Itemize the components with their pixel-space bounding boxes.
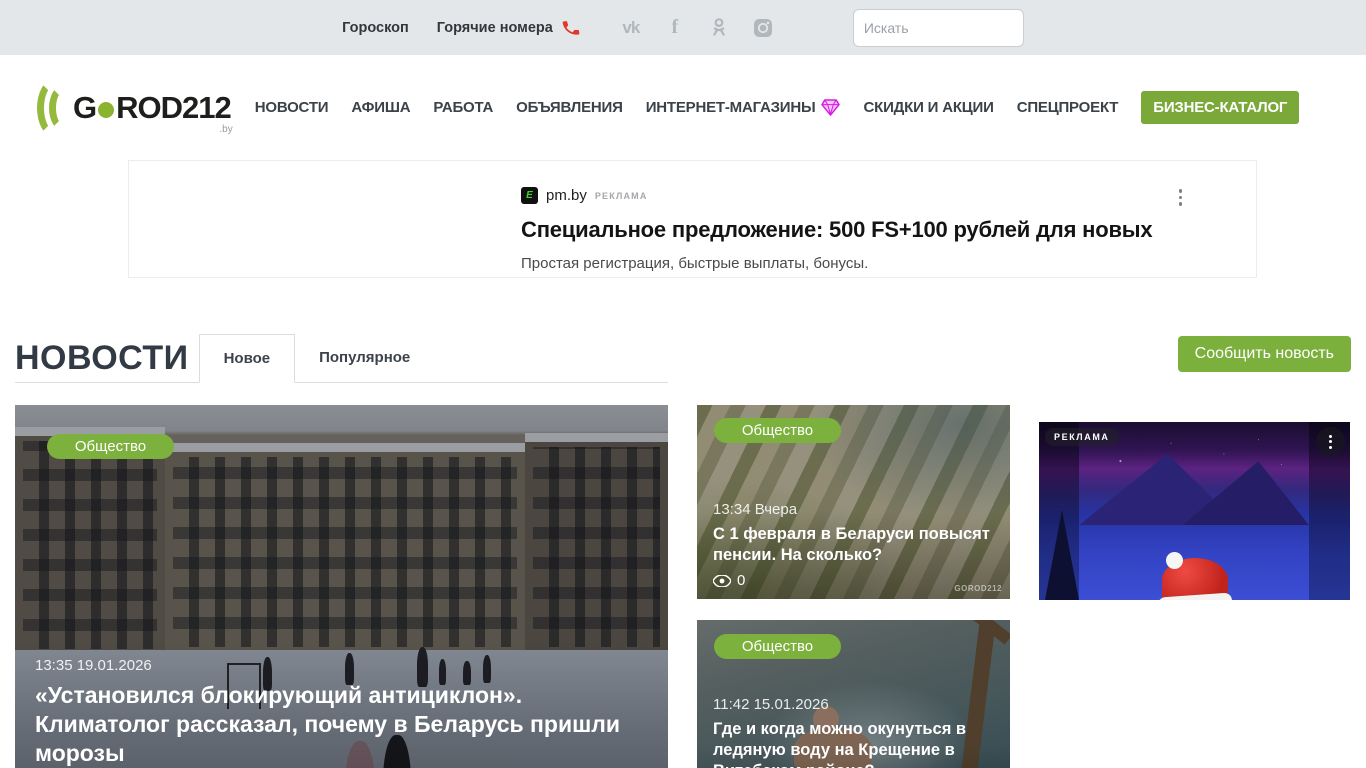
ad-options-kebab-icon[interactable] [1177, 187, 1185, 208]
ad-options-kebab-icon[interactable] [1316, 427, 1345, 456]
ad-label: РЕКЛАМА [1045, 428, 1119, 446]
vk-icon[interactable]: vk [619, 16, 643, 40]
nav-item-online-stores[interactable]: ИНТЕРНЕТ-МАГАЗИНЫ [646, 99, 816, 116]
advertiser-name: pm.by [546, 187, 587, 204]
advertiser-logo-icon: Е [521, 187, 538, 204]
nav-item-special-project[interactable]: СПЕЦПРОЕКТ [1017, 99, 1119, 116]
topbar: Гороскоп Горячие номера vk f [0, 0, 1366, 55]
facebook-icon[interactable]: f [663, 16, 687, 40]
ad-title[interactable]: Специальное предложение: 500 FS+100 рубл… [521, 217, 1153, 243]
gem-icon [821, 99, 841, 116]
views-eye-icon [713, 574, 731, 587]
logo-domain-suffix: .by [219, 123, 233, 135]
photo-watermark: GOROD212 [954, 584, 1002, 593]
logo-dot [98, 101, 115, 118]
topbar-link-hotlines[interactable]: Горячие номера [437, 20, 553, 36]
site-logo[interactable]: G ROD212 .by [37, 78, 233, 137]
article-title[interactable]: Где и когда можно окунуться в ледяную во… [713, 719, 994, 768]
article-card-epiphany[interactable]: Общество 11:42 15.01.2026 Где и когда мо… [697, 620, 1010, 768]
santa-hat [1157, 552, 1232, 600]
side-ad-banner[interactable]: РЕКЛАМА [1039, 422, 1350, 600]
nav-item-jobs[interactable]: РАБОТА [433, 99, 493, 116]
search-input[interactable] [852, 8, 1024, 47]
site-header: G ROD212 .by НОВОСТИ АФИША РАБОТА ОБЪЯВЛЕ… [0, 55, 1366, 160]
views-count: 0 [737, 572, 746, 589]
topbar-link-horoscope[interactable]: Гороскоп [342, 20, 409, 36]
nav-item-discounts[interactable]: СКИДКИ И АКЦИИ [863, 99, 993, 116]
article-timestamp: 13:34 Вчера [713, 501, 798, 518]
business-catalog-button[interactable]: БИЗНЕС-КАТАЛОГ [1141, 91, 1300, 124]
article-card-main[interactable]: Общество 13:35 19.01.2026 «Установился б… [15, 405, 668, 768]
phone-icon [562, 20, 580, 35]
top-ad-banner[interactable]: Е pm.by РЕКЛАМА Специальное предложение:… [128, 160, 1257, 278]
ad-description: Простая регистрация, быстрые выплаты, бо… [521, 255, 869, 272]
news-section: НОВОСТИ Новое Популярное Сообщить новост… [15, 334, 1351, 768]
logo-text: G ROD212 .by [73, 89, 233, 135]
social-links: vk f [619, 16, 775, 40]
category-badge[interactable]: Общество [714, 634, 841, 659]
instagram-icon[interactable] [751, 16, 775, 40]
article-card-pensions[interactable]: Общество 13:34 Вчера С 1 февраля в Белар… [697, 405, 1010, 599]
section-title: НОВОСТИ [15, 338, 189, 377]
ad-banner-image-area [129, 161, 521, 277]
nav-item-afisha[interactable]: АФИША [351, 99, 410, 116]
tab-popular[interactable]: Популярное [295, 334, 434, 382]
nav-item-classifieds[interactable]: ОБЪЯВЛЕНИЯ [516, 99, 623, 116]
submit-news-button[interactable]: Сообщить новость [1177, 336, 1351, 372]
category-badge[interactable]: Общество [714, 418, 841, 443]
article-timestamp: 13:35 19.01.2026 [35, 657, 152, 674]
ad-label: РЕКЛАМА [594, 190, 648, 201]
article-title[interactable]: «Установился блокирующий антициклон». Кл… [35, 681, 648, 768]
nav-item-news[interactable]: НОВОСТИ [255, 99, 329, 116]
tab-new[interactable]: Новое [198, 334, 296, 383]
odnoklassniki-icon[interactable] [707, 16, 731, 40]
category-badge[interactable]: Общество [47, 434, 174, 459]
article-title[interactable]: С 1 февраля в Беларуси повысят пенсии. Н… [713, 524, 994, 566]
article-timestamp: 11:42 15.01.2026 [713, 696, 829, 713]
main-navigation: НОВОСТИ АФИША РАБОТА ОБЪЯВЛЕНИЯ ИНТЕРНЕТ… [255, 91, 1300, 124]
